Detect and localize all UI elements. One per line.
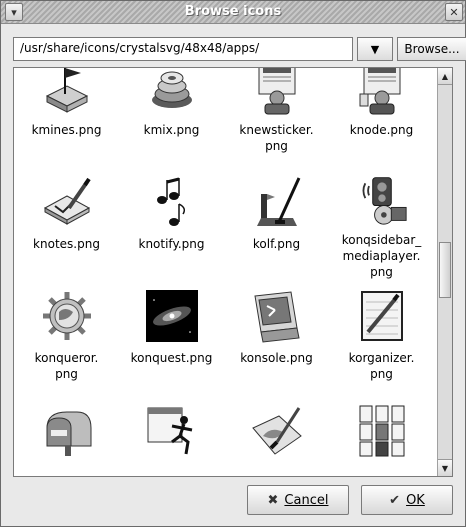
icon-label: korganizer. png xyxy=(348,351,415,381)
icon-item-kmix[interactable]: kmix.png xyxy=(119,68,224,166)
vertical-scrollbar[interactable]: ▲ ▼ xyxy=(437,68,452,476)
icon-item-paint[interactable] xyxy=(224,394,329,476)
terminal-icon xyxy=(253,291,300,343)
title-bar[interactable]: ▾ Browse icons ✕ xyxy=(1,1,465,24)
window-runner-icon xyxy=(147,407,192,455)
path-row: /usr/share/icons/crystalsvg/48x48/apps/ … xyxy=(13,37,466,63)
icon-item-knode[interactable]: knode.png xyxy=(329,68,434,166)
icon-item-konquest[interactable]: konquest.png xyxy=(119,280,224,394)
icon-item-konsole[interactable]: konsole.png xyxy=(224,280,329,394)
mixer-icon xyxy=(151,71,192,108)
ok-button[interactable]: ✔ OK xyxy=(361,485,453,515)
icon-label: knotes.png xyxy=(33,237,100,251)
window-title: Browse icons xyxy=(184,4,282,19)
cancel-x-icon: ✖ xyxy=(267,492,279,508)
newsreader-icon xyxy=(359,68,400,115)
organizer-icon xyxy=(360,291,403,341)
music-notes-icon xyxy=(156,177,185,226)
globe-gear-icon xyxy=(42,292,91,340)
browse-icons-dialog: ▾ Browse icons ✕ /usr/share/icons/crysta… xyxy=(0,0,466,527)
icon-item-window-runner[interactable] xyxy=(119,394,224,476)
icon-label: konsole.png xyxy=(240,351,313,365)
galaxy-icon xyxy=(145,290,198,342)
notes-icon xyxy=(43,177,91,225)
browse-button-label: Browse... xyxy=(404,42,460,56)
ok-button-label: OK xyxy=(406,492,425,508)
paint-icon xyxy=(251,407,302,455)
scroll-down-button[interactable]: ▼ xyxy=(438,459,452,476)
icon-item-korganizer[interactable]: korganizer. png xyxy=(329,280,434,394)
icon-grid: kmines.png kmix.png knewsticker. png kno… xyxy=(14,68,434,476)
icon-label: knewsticker. png xyxy=(239,123,314,153)
arrow-up-icon: ▲ xyxy=(441,71,449,81)
media-player-icon xyxy=(362,177,407,225)
icon-label: knode.png xyxy=(349,123,414,137)
icon-item-knewsticker[interactable]: knewsticker. png xyxy=(224,68,329,166)
path-dropdown-button[interactable]: ▼ xyxy=(357,37,393,61)
cancel-button[interactable]: ✖ Cancel xyxy=(247,485,349,515)
check-icon: ✔ xyxy=(389,492,401,508)
icon-item-knotes[interactable]: knotes.png xyxy=(14,166,119,280)
golf-icon xyxy=(256,177,300,226)
cancel-button-label: Cancel xyxy=(284,492,329,508)
mailbox-icon xyxy=(46,411,91,456)
scroll-up-button[interactable]: ▲ xyxy=(438,68,452,85)
icon-item-mailbox[interactable] xyxy=(14,394,119,476)
scrollbar-thumb[interactable] xyxy=(439,242,451,298)
icon-label: konqsidebar_ mediaplayer. png xyxy=(341,233,422,279)
mines-icon xyxy=(45,68,88,113)
path-input[interactable]: /usr/share/icons/crystalsvg/48x48/apps/ xyxy=(13,37,353,61)
icon-item-konqsidebar-mediaplayer[interactable]: konqsidebar_ mediaplayer. png xyxy=(329,166,434,280)
icon-item-knotify[interactable]: knotify.png xyxy=(119,166,224,280)
icon-list[interactable]: kmines.png kmix.png knewsticker. png kno… xyxy=(13,67,453,477)
icon-item-kmines[interactable]: kmines.png xyxy=(14,68,119,166)
chevron-down-icon: ▼ xyxy=(370,42,380,56)
icon-item-kolf[interactable]: kolf.png xyxy=(224,166,329,280)
close-button[interactable]: ✕ xyxy=(445,3,463,21)
icon-item-patience[interactable] xyxy=(329,394,434,476)
icon-label: kmix.png xyxy=(143,123,200,137)
close-icon: ✕ xyxy=(449,5,459,19)
icon-label: kolf.png xyxy=(252,237,301,251)
patience-cards-icon xyxy=(359,405,404,457)
icon-item-konqueror[interactable]: konqueror. png xyxy=(14,280,119,394)
newspaper-icon xyxy=(258,68,295,115)
icon-label: konquest.png xyxy=(130,351,213,365)
icon-label: konqueror. png xyxy=(34,351,99,381)
icon-label: knotify.png xyxy=(138,237,205,251)
arrow-down-icon: ▼ xyxy=(441,463,449,473)
icon-label: kmines.png xyxy=(31,123,102,137)
browse-button[interactable]: Browse... xyxy=(397,37,466,61)
